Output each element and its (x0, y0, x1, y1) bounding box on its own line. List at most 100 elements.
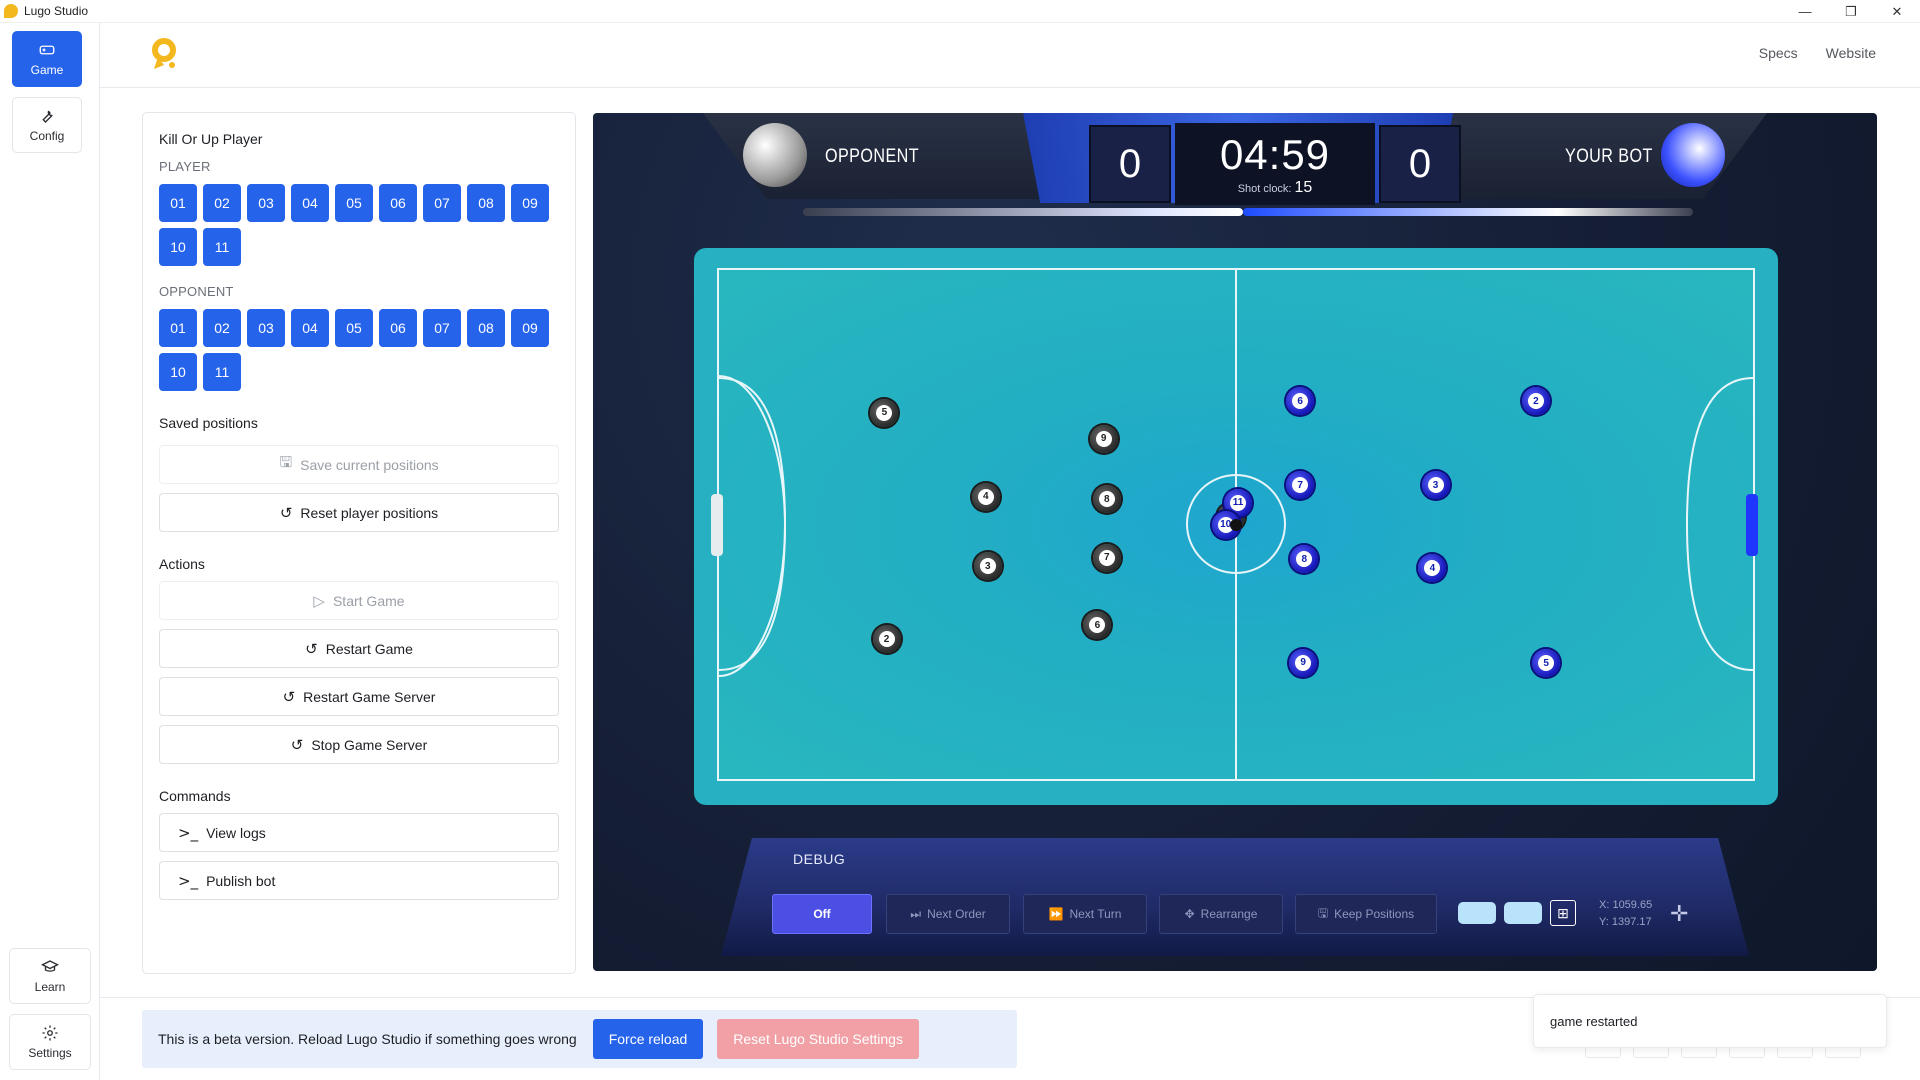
debug-toggle-button[interactable]: Off (772, 894, 872, 934)
keep-positions-button[interactable]: 🖫 Keep Positions (1295, 894, 1437, 934)
skip-icon: ⏭ (910, 906, 922, 921)
player-number: 7 (1292, 477, 1309, 494)
player-number: 11 (1230, 494, 1247, 511)
reset-settings-button[interactable]: Reset Lugo Studio Settings (717, 1019, 919, 1059)
next-turn-button[interactable]: ⏩ Next Turn (1023, 894, 1147, 934)
view-toggle-2[interactable] (1504, 902, 1542, 924)
window-controls: — ❐ ✕ (1782, 0, 1920, 23)
lugo-logo-icon (152, 38, 176, 69)
opponent-number-button[interactable]: 09 (511, 309, 549, 347)
grid-toggle-button[interactable]: ⊞ (1550, 900, 1576, 926)
player-number-button[interactable]: 07 (423, 184, 461, 222)
clock-time: 04:59 (1219, 131, 1331, 178)
player-number: 4 (977, 488, 994, 505)
gamepad-icon (39, 45, 55, 55)
player-number-button[interactable]: 03 (247, 184, 285, 222)
restart-server-button[interactable]: ↺ Restart Game Server (159, 677, 559, 716)
game-nav-label: Game (30, 63, 64, 77)
player-number: 7 (1098, 549, 1115, 566)
save-positions-button[interactable]: 🖫 Save current positions (159, 445, 559, 484)
next-order-button[interactable]: ⏭ Next Order (886, 894, 1010, 934)
save-icon: 🖫 (1317, 905, 1329, 920)
force-reload-button[interactable]: Force reload (592, 1019, 704, 1059)
opponent-player-8[interactable]: 8 (1092, 485, 1121, 514)
opponent-player-7[interactable]: 7 (1092, 543, 1121, 572)
opponent-number-button[interactable]: 02 (203, 309, 241, 347)
website-link[interactable]: Website (1826, 45, 1876, 61)
player-number-button[interactable]: 06 (379, 184, 417, 222)
player-number: 5 (1538, 655, 1555, 672)
view-logs-label: View logs (206, 824, 266, 841)
game-nav-button[interactable]: Game (12, 31, 82, 87)
player-number-button[interactable]: 01 (159, 184, 197, 222)
opponent-player-3[interactable]: 3 (973, 552, 1002, 581)
opponent-number-button[interactable]: 08 (467, 309, 505, 347)
publish-bot-button[interactable]: >_ Publish bot (159, 861, 559, 900)
game-clock: 04:59 Shot clock: 15 (1175, 123, 1375, 205)
terminal-icon: >_ (178, 871, 199, 890)
settings-nav-label: Settings (28, 1046, 72, 1060)
opponent-number-button[interactable]: 03 (247, 309, 285, 347)
opponent-number-button[interactable]: 06 (379, 309, 417, 347)
player-number-button[interactable]: 09 (511, 184, 549, 222)
bot-player-2[interactable]: 2 (1521, 387, 1550, 416)
opponent-number-button[interactable]: 10 (159, 353, 197, 391)
start-game-button[interactable]: ▷ Start Game (159, 581, 559, 620)
minimize-button[interactable]: — (1782, 0, 1828, 23)
keep-positions-label: Keep Positions (1334, 907, 1415, 921)
player-number: 8 (1296, 551, 1313, 568)
opponent-player-9[interactable]: 9 (1089, 424, 1118, 453)
stop-server-button[interactable]: ↺ Stop Game Server (159, 725, 559, 764)
settings-nav-button[interactable]: Settings (9, 1014, 91, 1070)
opponent-player-2[interactable]: 2 (872, 625, 901, 654)
view-toggle-1[interactable] (1458, 902, 1496, 924)
wrench-icon (42, 110, 53, 123)
opponent-number-button[interactable]: 11 (203, 353, 241, 391)
player-number-button[interactable]: 02 (203, 184, 241, 222)
bot-team-name: YOUR BOT (1565, 146, 1653, 167)
opponent-player-4[interactable]: 4 (971, 482, 1000, 511)
app-logo-icon (4, 4, 18, 18)
soccer-field[interactable]: 5948372610627384951110 (717, 268, 1755, 781)
reset-positions-button[interactable]: ↺ Reset player positions (159, 493, 559, 532)
debug-toggle-label: Off (813, 907, 831, 921)
restart-icon: ↺ (305, 639, 318, 658)
ball (1230, 518, 1242, 531)
bot-score: 0 (1379, 125, 1461, 203)
player-section-label: PLAYER (159, 159, 211, 174)
gear-icon (42, 1025, 58, 1041)
actions-heading: Actions (159, 556, 205, 572)
player-number: 2 (1527, 393, 1544, 410)
specs-link[interactable]: Specs (1759, 45, 1798, 61)
config-nav-button[interactable]: Config (12, 97, 82, 153)
player-number-button[interactable]: 11 (203, 228, 241, 266)
bot-player-9[interactable]: 9 (1289, 648, 1318, 677)
player-number: 6 (1292, 393, 1309, 410)
rearrange-button[interactable]: ✥ Rearrange (1159, 894, 1283, 934)
player-number-button[interactable]: 05 (335, 184, 373, 222)
view-logs-button[interactable]: >_ View logs (159, 813, 559, 852)
learn-nav-button[interactable]: Learn (9, 948, 91, 1004)
close-button[interactable]: ✕ (1874, 0, 1920, 23)
control-panel: Kill Or Up Player PLAYER 01 02 03 04 05 06 07 0… (142, 112, 576, 974)
restart-game-button[interactable]: ↺ Restart Game (159, 629, 559, 668)
opponent-number-button[interactable]: 01 (159, 309, 197, 347)
bot-player-3[interactable]: 3 (1421, 471, 1450, 500)
opponent-score: 0 (1089, 125, 1171, 203)
opponent-number-button[interactable]: 07 (423, 309, 461, 347)
learn-nav-label: Learn (34, 980, 66, 994)
crosshair-icon[interactable]: ✛ (1670, 901, 1688, 927)
next-order-label: Next Order (927, 907, 986, 921)
commands-heading: Commands (159, 788, 231, 804)
opponent-number-button[interactable]: 05 (335, 309, 373, 347)
player-number-button[interactable]: 04 (291, 184, 329, 222)
opponent-number-button[interactable]: 04 (291, 309, 329, 347)
opponent-player-5[interactable]: 5 (870, 398, 899, 427)
player-number: 4 (1424, 560, 1441, 577)
maximize-button[interactable]: ❐ (1828, 0, 1874, 23)
player-number-button[interactable]: 08 (467, 184, 505, 222)
grid-icon: ⊞ (1557, 904, 1569, 921)
opponent-team-name: OPPONENT (825, 146, 920, 167)
fast-forward-icon: ⏩ (1048, 907, 1064, 921)
player-number-button[interactable]: 10 (159, 228, 197, 266)
